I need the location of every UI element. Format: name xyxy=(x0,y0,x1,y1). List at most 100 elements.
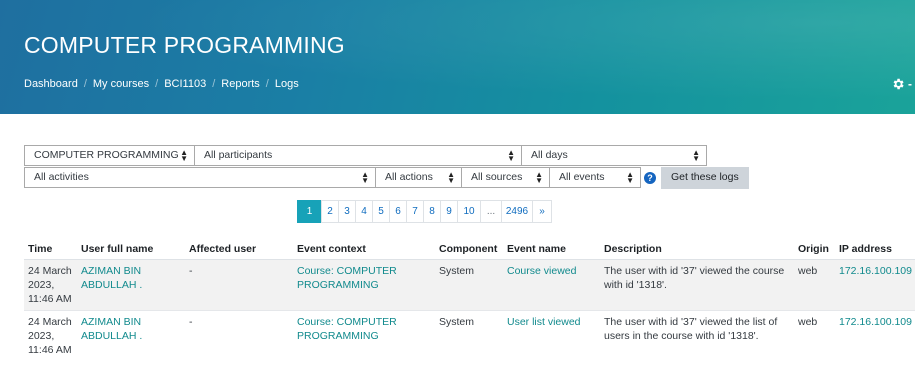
page-link-9[interactable]: 9 xyxy=(440,200,458,223)
cell-user[interactable]: AZIMAN BIN ABDULLAH . xyxy=(77,310,185,361)
column-header-event-context: Event context xyxy=(293,241,435,260)
course-settings-menu[interactable]: - xyxy=(891,77,912,91)
page-link-7[interactable]: 7 xyxy=(406,200,424,223)
cell-event-name[interactable]: User list viewed xyxy=(503,310,600,361)
select-caret-icon: ▲ ▼ xyxy=(507,148,515,163)
days-select[interactable]: All days ▲ ▼ xyxy=(521,145,707,166)
page-link-5[interactable]: 5 xyxy=(372,200,390,223)
breadcrumb-logs[interactable]: Logs xyxy=(275,78,299,90)
user-link[interactable]: AZIMAN BIN xyxy=(81,264,181,278)
table-row: 24 March 2023, 11:46 AM AZIMAN BIN ABDUL… xyxy=(24,259,915,311)
column-header-component: Component xyxy=(435,241,503,260)
select-caret-icon: ▲ ▼ xyxy=(180,148,188,163)
table-header-row: Time User full name Affected user Event … xyxy=(24,241,915,260)
help-icon[interactable]: ? xyxy=(644,172,656,184)
cell-origin: web xyxy=(794,310,835,361)
select-caret-icon: ▲ ▼ xyxy=(447,170,455,185)
event-link[interactable]: Course viewed xyxy=(507,265,576,277)
sources-select[interactable]: All sources ▲ ▼ xyxy=(461,167,550,188)
context-link[interactable]: Course: COMPUTER xyxy=(297,315,431,329)
events-select[interactable]: All events ▲ ▼ xyxy=(549,167,641,188)
breadcrumb: Dashboard / My courses / BCI1103 / Repor… xyxy=(24,78,299,90)
events-select-value: All events xyxy=(559,171,605,183)
column-header-user[interactable]: User full name xyxy=(77,241,185,260)
breadcrumb-separator: / xyxy=(83,78,87,90)
actions-select-value: All actions xyxy=(385,171,433,183)
page-next-button[interactable]: » xyxy=(532,200,552,223)
logs-table: Time User full name Affected user Event … xyxy=(24,241,915,361)
actions-select[interactable]: All actions ▲ ▼ xyxy=(375,167,462,188)
page-link-10[interactable]: 10 xyxy=(457,200,481,223)
user-link[interactable]: AZIMAN BIN xyxy=(81,315,181,329)
user-link[interactable]: ABDULLAH . xyxy=(81,329,181,343)
sources-select-value: All sources xyxy=(471,171,523,183)
breadcrumb-reports[interactable]: Reports xyxy=(221,78,260,90)
cell-ip[interactable]: 172.16.100.109 xyxy=(835,310,915,361)
page-link-6[interactable]: 6 xyxy=(389,200,407,223)
cell-event-context[interactable]: Course: COMPUTER PROGRAMMING xyxy=(293,259,435,311)
participants-select[interactable]: All participants ▲ ▼ xyxy=(194,145,522,166)
cell-component: System xyxy=(435,259,503,311)
breadcrumb-my-courses[interactable]: My courses xyxy=(93,78,149,90)
cell-affected-user: - xyxy=(185,310,293,361)
page-link-4[interactable]: 4 xyxy=(355,200,373,223)
cell-ip[interactable]: 172.16.100.109 xyxy=(835,259,915,311)
column-header-description: Description xyxy=(600,241,794,260)
time-date: 24 March xyxy=(28,265,72,277)
time-year: 2023, xyxy=(28,330,55,342)
ip-link[interactable]: 172.16.100.109 xyxy=(839,265,912,277)
context-link[interactable]: Course: COMPUTER xyxy=(297,264,431,278)
page-link-2[interactable]: 2 xyxy=(321,200,339,223)
context-link[interactable]: PROGRAMMING xyxy=(297,329,431,343)
table-row: 24 March 2023, 11:46 AM AZIMAN BIN ABDUL… xyxy=(24,310,915,361)
select-caret-icon: ▲ ▼ xyxy=(626,170,634,185)
description-line: with id '1318'. xyxy=(604,279,667,291)
page-ellipsis: ... xyxy=(480,200,502,223)
cell-event-context[interactable]: Course: COMPUTER PROGRAMMING xyxy=(293,310,435,361)
column-header-event-name: Event name xyxy=(503,241,600,260)
cell-description: The user with id '37' viewed the list of… xyxy=(600,310,794,361)
cell-origin: web xyxy=(794,259,835,311)
cell-time: 24 March 2023, 11:46 AM xyxy=(24,259,77,311)
breadcrumb-separator: / xyxy=(155,78,159,90)
days-select-value: All days xyxy=(531,149,568,161)
get-logs-button[interactable]: Get these logs xyxy=(661,167,749,189)
cell-event-name[interactable]: Course viewed xyxy=(503,259,600,311)
activities-select[interactable]: All activities ▲ ▼ xyxy=(24,167,376,188)
column-header-ip: IP address xyxy=(835,241,915,260)
cell-affected-user: - xyxy=(185,259,293,311)
page-link-8[interactable]: 8 xyxy=(423,200,441,223)
time-date: 24 March xyxy=(28,316,72,328)
time-clock: 11:46 AM xyxy=(28,293,72,305)
page-link-3[interactable]: 3 xyxy=(338,200,356,223)
gear-menu-caret: - xyxy=(908,77,912,91)
cell-time: 24 March 2023, 11:46 AM xyxy=(24,310,77,361)
gear-icon xyxy=(893,78,904,90)
course-select-value: COMPUTER PROGRAMMING xyxy=(34,149,179,161)
description-line: users in the course with id '1318'. xyxy=(604,330,759,342)
course-select[interactable]: COMPUTER PROGRAMMING ▲ ▼ xyxy=(24,145,195,166)
breadcrumb-dashboard[interactable]: Dashboard xyxy=(24,78,78,90)
breadcrumb-separator: / xyxy=(212,78,216,90)
column-header-origin: Origin xyxy=(794,241,835,260)
event-link[interactable]: User list viewed xyxy=(507,316,581,328)
ip-link[interactable]: 172.16.100.109 xyxy=(839,316,912,328)
description-line: The user with id '37' viewed the course xyxy=(604,265,785,277)
cell-description: The user with id '37' viewed the course … xyxy=(600,259,794,311)
breadcrumb-course-code[interactable]: BCI1103 xyxy=(164,78,206,90)
activities-select-value: All activities xyxy=(34,171,89,183)
time-year: 2023, xyxy=(28,279,55,291)
column-header-affected-user: Affected user xyxy=(185,241,293,260)
page-header: COMPUTER PROGRAMMING Dashboard / My cour… xyxy=(0,0,915,114)
time-clock: 11:46 AM xyxy=(28,344,72,356)
page-link-1[interactable]: 1 xyxy=(297,200,322,223)
page-link-last[interactable]: 2496 xyxy=(501,200,533,223)
context-link[interactable]: PROGRAMMING xyxy=(297,278,431,292)
select-caret-icon: ▲ ▼ xyxy=(692,148,700,163)
user-link[interactable]: ABDULLAH . xyxy=(81,278,181,292)
cell-user[interactable]: AZIMAN BIN ABDULLAH . xyxy=(77,259,185,311)
select-caret-icon: ▲ ▼ xyxy=(535,170,543,185)
description-line: The user with id '37' viewed the list of xyxy=(604,316,778,328)
column-header-time[interactable]: Time xyxy=(24,241,77,260)
breadcrumb-separator: / xyxy=(265,78,269,90)
